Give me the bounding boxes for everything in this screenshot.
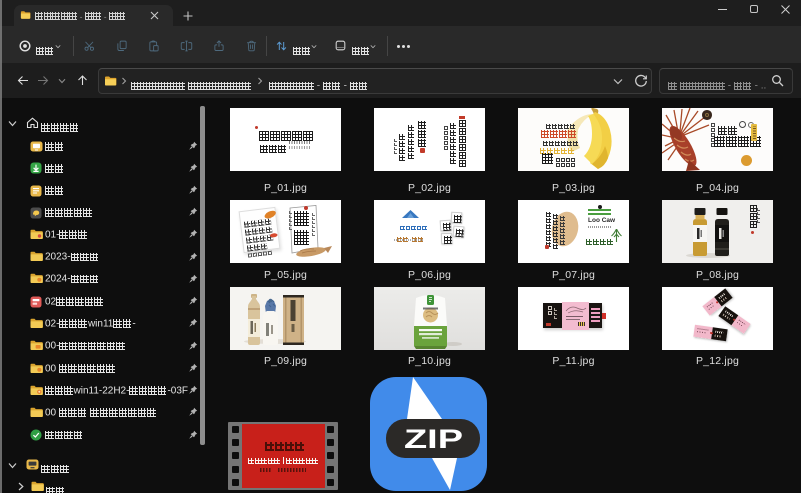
svg-text:ZIP: ZIP <box>404 424 463 454</box>
